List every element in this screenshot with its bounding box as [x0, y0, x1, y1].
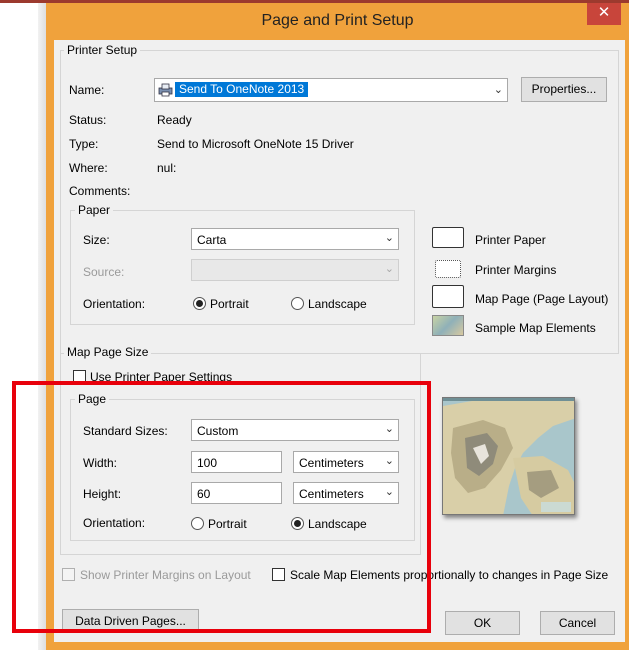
- chevron-down-icon: ⌄: [493, 84, 503, 96]
- paper-group-label: Paper: [75, 203, 114, 217]
- title-bar[interactable]: Page and Print Setup ✕: [46, 3, 629, 40]
- map-page-swatch: [432, 285, 464, 308]
- status-value: Ready: [157, 113, 192, 127]
- cancel-button[interactable]: Cancel: [540, 611, 615, 635]
- legend-map-page: Map Page (Page Layout): [475, 292, 609, 306]
- printer-paper-swatch: [432, 227, 464, 248]
- paper-portrait-label[interactable]: Portrait: [210, 297, 249, 311]
- close-icon: ✕: [597, 4, 611, 21]
- name-label: Name:: [69, 83, 105, 97]
- paper-size-value: Carta: [197, 233, 227, 247]
- type-value: Send to Microsoft OneNote 15 Driver: [157, 137, 354, 151]
- legend-printer-margins: Printer Margins: [475, 263, 557, 277]
- chevron-down-icon: ⌄: [384, 232, 394, 244]
- paper-source-dropdown[interactable]: ⌄: [191, 259, 399, 281]
- status-label: Status:: [69, 113, 107, 127]
- paper-source-label: Source:: [83, 265, 125, 279]
- printer-setup-label: Printer Setup: [64, 43, 141, 57]
- paper-portrait-radio[interactable]: [193, 297, 206, 310]
- chevron-down-icon: ⌄: [384, 263, 394, 275]
- close-button[interactable]: ✕: [587, 3, 621, 25]
- printer-icon: [158, 83, 173, 97]
- paper-landscape-label[interactable]: Landscape: [308, 297, 367, 311]
- legend-sample-elements: Sample Map Elements: [475, 321, 596, 335]
- ok-button[interactable]: OK: [445, 611, 520, 635]
- map-preview-image: [443, 398, 574, 514]
- type-label: Type:: [69, 137, 99, 151]
- highlight-annotation-box: [12, 381, 431, 633]
- paper-orientation-label: Orientation:: [83, 297, 146, 311]
- sample-map-thumbnail: [432, 315, 464, 336]
- legend-printer-paper: Printer Paper: [475, 233, 546, 247]
- printer-margins-swatch: [435, 260, 461, 278]
- printer-name-dropdown[interactable]: Send To OneNote 2013 ⌄: [154, 78, 508, 102]
- map-page-size-label: Map Page Size: [64, 345, 152, 359]
- paper-landscape-radio[interactable]: [291, 297, 304, 310]
- where-label: Where:: [69, 161, 108, 175]
- map-preview: [442, 397, 575, 515]
- window-title: Page and Print Setup: [261, 12, 414, 29]
- properties-button[interactable]: Properties...: [521, 77, 607, 102]
- where-value: nul:: [157, 161, 177, 175]
- printer-name-value: Send To OneNote 2013: [175, 82, 309, 97]
- comments-label: Comments:: [69, 184, 131, 198]
- paper-size-dropdown[interactable]: Carta ⌄: [191, 228, 399, 250]
- paper-size-label: Size:: [83, 233, 110, 247]
